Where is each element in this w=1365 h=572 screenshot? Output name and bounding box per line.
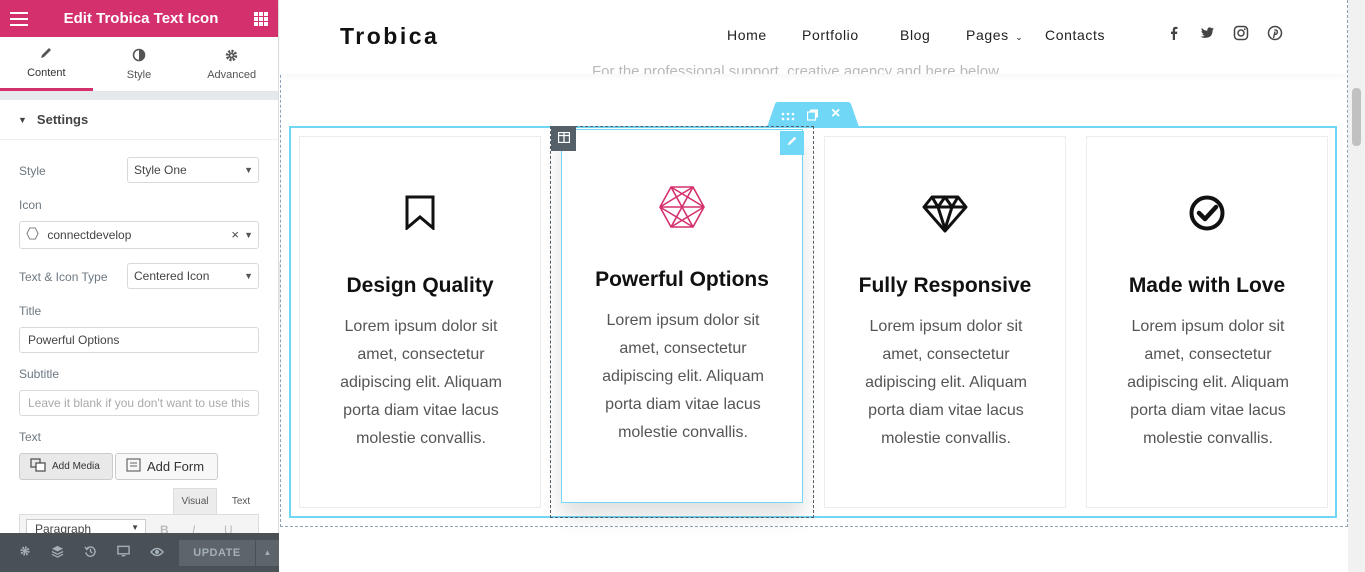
icon-select-value: connectdevelop: [47, 228, 132, 242]
widgets-grid-icon[interactable]: [254, 11, 268, 26]
text-label: Text: [19, 430, 42, 444]
paragraph-select[interactable]: Paragraph ▼: [26, 519, 146, 534]
clear-icon[interactable]: ×: [231, 222, 239, 248]
column-handle[interactable]: [551, 126, 576, 151]
tab-content-label: Content: [27, 67, 66, 79]
add-media-label: Add Media: [52, 461, 100, 472]
diamond-icon: [825, 195, 1065, 233]
tab-content[interactable]: Content: [0, 37, 93, 91]
nav-blog[interactable]: Blog: [900, 27, 930, 43]
add-media-button[interactable]: Add Media: [19, 453, 113, 480]
panel-title: Edit Trobica Text Icon: [63, 10, 219, 27]
style-select[interactable]: Style One ▼: [127, 157, 259, 183]
card-title: Powerful Options: [595, 268, 769, 291]
site-logo[interactable]: Trobica: [340, 23, 439, 50]
media-icon: [30, 458, 46, 475]
section-handle[interactable]: ×: [767, 102, 859, 127]
editor-tab-text[interactable]: Text: [221, 488, 261, 514]
chevron-down-icon: ▼: [244, 165, 253, 175]
chevron-down-icon: ▼: [244, 230, 253, 240]
editor-tab-visual[interactable]: Visual: [173, 488, 217, 514]
history-icon[interactable]: [74, 545, 107, 561]
style-select-value: Style One: [134, 163, 187, 177]
half-circle-icon: [132, 48, 146, 64]
facebook-icon[interactable]: [1166, 25, 1182, 41]
nav-contacts[interactable]: Contacts: [1045, 27, 1105, 43]
settings-section-toggle[interactable]: ▼ Settings: [0, 100, 278, 140]
connectdevelop-icon: [562, 185, 802, 229]
close-icon[interactable]: ×: [831, 105, 840, 123]
nav-home[interactable]: Home: [727, 27, 767, 43]
preview-area: For the professional support, creative a…: [280, 0, 1365, 572]
title-label: Title: [19, 304, 42, 318]
panel-header: Edit Trobica Text Icon: [0, 0, 278, 37]
bookmark-icon: [300, 195, 540, 230]
editor-toolbar: Paragraph ▼ B I U: [19, 514, 259, 534]
caret-down-icon: ▼: [18, 114, 27, 125]
connectdevelop-small-icon: [26, 223, 39, 240]
faded-intro-text: For the professional support, creative a…: [592, 63, 1003, 74]
panel-tabs: Content Style Advanced: [0, 37, 278, 92]
tab-style-label: Style: [126, 68, 152, 81]
duplicate-icon[interactable]: [806, 108, 819, 126]
add-form-label: Add Form: [147, 459, 205, 474]
text-icon-type-value: Centered Icon: [134, 269, 210, 283]
instagram-icon[interactable]: [1233, 25, 1249, 41]
chevron-down-icon: ⌄: [1015, 32, 1024, 42]
nav-pages[interactable]: Pages ⌄: [966, 27, 1023, 43]
twitter-icon[interactable]: [1199, 25, 1215, 41]
site-header: For the professional support, creative a…: [280, 0, 1346, 74]
chevron-down-icon: ▼: [244, 271, 253, 281]
panel-separator: [0, 92, 278, 100]
feature-card[interactable]: Design Quality Lorem ipsum dolor sit ame…: [299, 136, 541, 508]
card-text: Lorem ipsum dolor sit amet, consectetur …: [865, 318, 1027, 447]
card-text: Lorem ipsum dolor sit amet, consectetur …: [602, 312, 764, 441]
editor-panel: Edit Trobica Text Icon Content Style Adv…: [0, 0, 279, 572]
gear-icon: [224, 48, 239, 64]
caret-up-icon[interactable]: ▲: [255, 539, 279, 566]
responsive-desktop-icon[interactable]: [107, 545, 140, 560]
card-text: Lorem ipsum dolor sit amet, consectetur …: [340, 318, 502, 447]
layers-icon[interactable]: [41, 545, 74, 561]
check-circle-icon: [1087, 195, 1327, 231]
edit-widget-handle[interactable]: [780, 131, 804, 155]
feature-card-selected[interactable]: Powerful Options Lorem ipsum dolor sit a…: [561, 129, 803, 503]
feature-card[interactable]: Made with Love Lorem ipsum dolor sit ame…: [1086, 136, 1328, 508]
card-title: Design Quality: [346, 274, 494, 297]
update-button[interactable]: UPDATE: [179, 539, 255, 566]
settings-gear-icon[interactable]: [8, 545, 41, 560]
chevron-down-icon: ▼: [131, 523, 139, 532]
icon-select[interactable]: connectdevelop × ▼: [19, 221, 259, 249]
form-icon: [126, 458, 141, 475]
column-layout-icon: [557, 130, 570, 148]
drag-handle-icon[interactable]: [781, 109, 795, 127]
scrollbar-thumb[interactable]: [1352, 88, 1361, 146]
scrollbar[interactable]: [1348, 0, 1365, 572]
feature-card[interactable]: Fully Responsive Lorem ipsum dolor sit a…: [824, 136, 1066, 508]
add-form-button[interactable]: Add Form: [115, 453, 218, 480]
settings-section-title: Settings: [36, 112, 89, 127]
pencil-icon: [39, 46, 53, 62]
tab-advanced-label: Advanced: [207, 68, 257, 81]
card-title: Made with Love: [1128, 274, 1286, 297]
tab-advanced[interactable]: Advanced: [185, 37, 278, 91]
preview-eye-icon[interactable]: [140, 546, 173, 560]
icon-label: Icon: [19, 198, 42, 212]
hamburger-menu-icon[interactable]: [10, 11, 28, 26]
nav-portfolio[interactable]: Portfolio: [802, 27, 859, 43]
pencil-icon: [786, 134, 798, 152]
title-input[interactable]: Powerful Options: [19, 327, 259, 353]
panel-footer: UPDATE ▲: [0, 533, 279, 572]
text-icon-type-select[interactable]: Centered Icon ▼: [127, 263, 259, 289]
subtitle-input[interactable]: Leave it blank if you don't want to use …: [19, 390, 259, 416]
tab-style[interactable]: Style: [93, 37, 186, 91]
card-text: Lorem ipsum dolor sit amet, consectetur …: [1127, 318, 1289, 447]
pinterest-icon[interactable]: [1267, 25, 1283, 41]
nav-pages-label: Pages: [966, 27, 1009, 43]
card-title: Fully Responsive: [858, 274, 1032, 297]
subtitle-label: Subtitle: [19, 367, 60, 381]
